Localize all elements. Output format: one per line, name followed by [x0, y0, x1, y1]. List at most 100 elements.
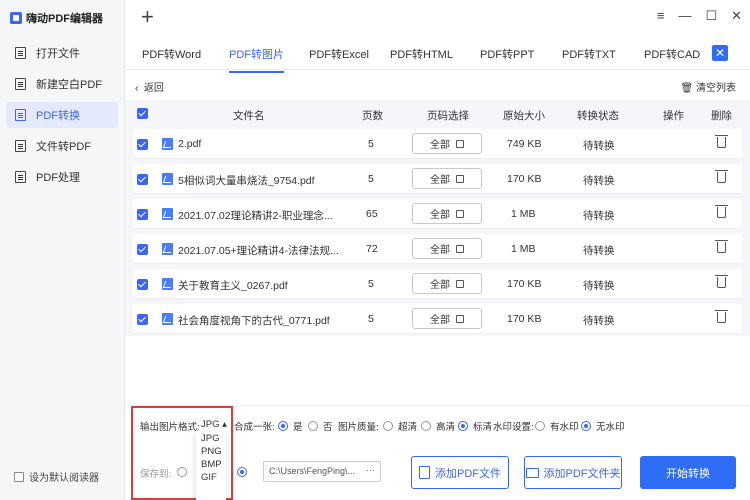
tab-pdf-to-ppt[interactable]: PDF转PPT	[480, 46, 534, 62]
sidebar-item-pdf-process[interactable]: PDF处理	[6, 164, 118, 190]
save-path-value: C:\Users\FengPing\...	[269, 466, 356, 476]
sidebar: 嗨动PDF编辑器 打开文件 新建空白PDF PDF转换 文件转PDF PDF处理…	[0, 0, 125, 500]
sidebar-item-new-pdf[interactable]: 新建空白PDF	[6, 71, 118, 97]
sidebar-item-open-file[interactable]: 打开文件	[6, 40, 118, 66]
back-button[interactable]: ‹ 返回	[135, 79, 164, 94]
sidebar-item-label: 新建空白PDF	[36, 79, 102, 91]
convert-status: 待转换	[583, 245, 615, 257]
format-option-bmp[interactable]: BMP	[196, 458, 226, 471]
format-option-gif[interactable]: GIF	[196, 471, 226, 484]
delete-icon[interactable]	[715, 170, 728, 183]
close-icon[interactable]: ✕	[712, 45, 728, 61]
edit-icon	[456, 174, 464, 183]
tab-pdf-to-excel[interactable]: PDF转Excel	[309, 46, 369, 62]
sidebar-item-pdf-convert[interactable]: PDF转换	[6, 102, 118, 128]
page-count: 72	[366, 243, 378, 255]
menu-icon[interactable]: ≡	[657, 8, 665, 24]
minimize-icon[interactable]: —	[678, 8, 691, 24]
save-custom-radio[interactable]	[237, 467, 247, 477]
header-status: 转换状态	[577, 110, 619, 122]
tab-pdf-to-word[interactable]: PDF转Word	[142, 46, 201, 62]
table-row: 关于教育主义_0267.pdf 5 全部 170 KB 待转换	[133, 269, 742, 299]
add-pdf-file-button[interactable]: 添加PDF文件	[411, 456, 509, 489]
quality-ultra-label: 超清	[398, 422, 418, 433]
row-checkbox[interactable]	[137, 209, 148, 220]
page-select-button[interactable]: 全部	[412, 273, 482, 294]
save-path-input[interactable]: C:\Users\FengPing\... ···	[263, 461, 381, 482]
select-all-checkbox[interactable]	[137, 108, 148, 119]
table-row: 5相似词大量串烧法_9754.pdf 5 全部 170 KB 待转换	[133, 164, 742, 194]
browse-button[interactable]: ···	[366, 465, 375, 475]
header-filename: 文件名	[233, 110, 265, 122]
page-select-label: 全部	[430, 175, 450, 186]
sidebar-item-file-to-pdf[interactable]: 文件转PDF	[6, 133, 118, 159]
page-select-label: 全部	[430, 315, 450, 326]
clear-list-button[interactable]: 🗑 清空列表	[681, 79, 736, 94]
convert-status: 待转换	[583, 280, 615, 292]
toolbar-row: ‹ 返回 🗑 清空列表	[125, 74, 750, 96]
format-option-png[interactable]: PNG	[196, 445, 226, 458]
pdf-file-icon	[162, 313, 173, 325]
merge-yes-radio[interactable]	[278, 421, 288, 431]
delete-icon[interactable]	[715, 205, 728, 218]
tab-pdf-to-txt[interactable]: PDF转TXT	[562, 46, 616, 62]
open-file-icon	[15, 47, 26, 59]
pdf-process-icon	[15, 171, 26, 183]
add-tab-button[interactable]: +	[141, 6, 154, 28]
default-reader-option[interactable]: 设为默认阅读器	[14, 469, 99, 484]
watermark-no-radio[interactable]	[581, 421, 591, 431]
merge-no-radio[interactable]	[308, 421, 318, 431]
table-row: 2021.07.02理论精讲2-职业理念... 65 全部 1 MB 待转换	[133, 199, 742, 229]
file-table: 文件名 页数 页码选择 原始大小 转换状态 操作 删除	[125, 100, 750, 128]
file-name: 社会角度视角下的古代_0771.pdf	[178, 315, 330, 327]
quality-standard-radio[interactable]	[458, 421, 468, 431]
page-select-button[interactable]: 全部	[412, 203, 482, 224]
file-to-pdf-icon	[15, 140, 26, 152]
default-reader-checkbox[interactable]	[14, 471, 24, 482]
window-controls: ≡ — ☐ ✕	[657, 8, 742, 24]
page-count: 5	[368, 173, 374, 185]
format-option-jpg[interactable]: JPG	[196, 432, 226, 445]
edit-icon	[456, 209, 464, 218]
tab-pdf-to-cad[interactable]: PDF转CAD	[644, 46, 700, 62]
delete-icon[interactable]	[715, 275, 728, 288]
sidebar-nav: 打开文件 新建空白PDF PDF转换 文件转PDF PDF处理	[0, 40, 124, 190]
tab-pdf-to-image[interactable]: PDF转图片	[229, 46, 284, 73]
close-window-icon[interactable]: ✕	[731, 8, 742, 24]
page-select-button[interactable]: 全部	[412, 168, 482, 189]
row-checkbox[interactable]	[137, 139, 148, 150]
file-name: 2021.07.05+理论精讲4-法律法规...	[178, 245, 339, 257]
sidebar-item-label: 打开文件	[36, 48, 80, 60]
start-convert-button[interactable]: 开始转换	[640, 456, 736, 489]
delete-icon[interactable]	[715, 240, 728, 253]
original-size: 170 KB	[507, 173, 542, 185]
file-name: 5相似词大量串烧法_9754.pdf	[178, 175, 315, 187]
delete-icon[interactable]	[715, 135, 728, 148]
row-checkbox[interactable]	[137, 279, 148, 290]
page-select-button[interactable]: 全部	[412, 238, 482, 259]
convert-status: 待转换	[583, 210, 615, 222]
edit-icon	[456, 244, 464, 253]
tab-pdf-to-html[interactable]: PDF转HTML	[390, 46, 453, 62]
watermark-yes-label: 有水印	[550, 422, 579, 433]
maximize-icon[interactable]: ☐	[705, 8, 717, 24]
new-pdf-icon	[15, 78, 26, 90]
page-select-label: 全部	[430, 210, 450, 221]
row-checkbox[interactable]	[137, 314, 148, 325]
add-pdf-folder-button[interactable]: 添加PDF文件夹	[524, 456, 622, 489]
edit-icon	[456, 139, 464, 148]
quality-high-radio[interactable]	[421, 421, 431, 431]
quality-ultra-radio[interactable]	[383, 421, 393, 431]
original-size: 170 KB	[507, 278, 542, 290]
row-checkbox[interactable]	[137, 174, 148, 185]
table-row: 2.pdf 5 全部 749 KB 待转换	[133, 129, 742, 159]
watermark-yes-radio[interactable]	[535, 421, 545, 431]
back-label: 返回	[143, 83, 164, 94]
page-select-button[interactable]: 全部	[412, 308, 482, 329]
table-header: 文件名 页数 页码选择 原始大小 转换状态 操作 删除	[125, 100, 750, 128]
row-checkbox[interactable]	[137, 244, 148, 255]
edit-icon	[456, 279, 464, 288]
page-count: 5	[368, 138, 374, 150]
page-select-button[interactable]: 全部	[412, 133, 482, 154]
delete-icon[interactable]	[715, 310, 728, 323]
